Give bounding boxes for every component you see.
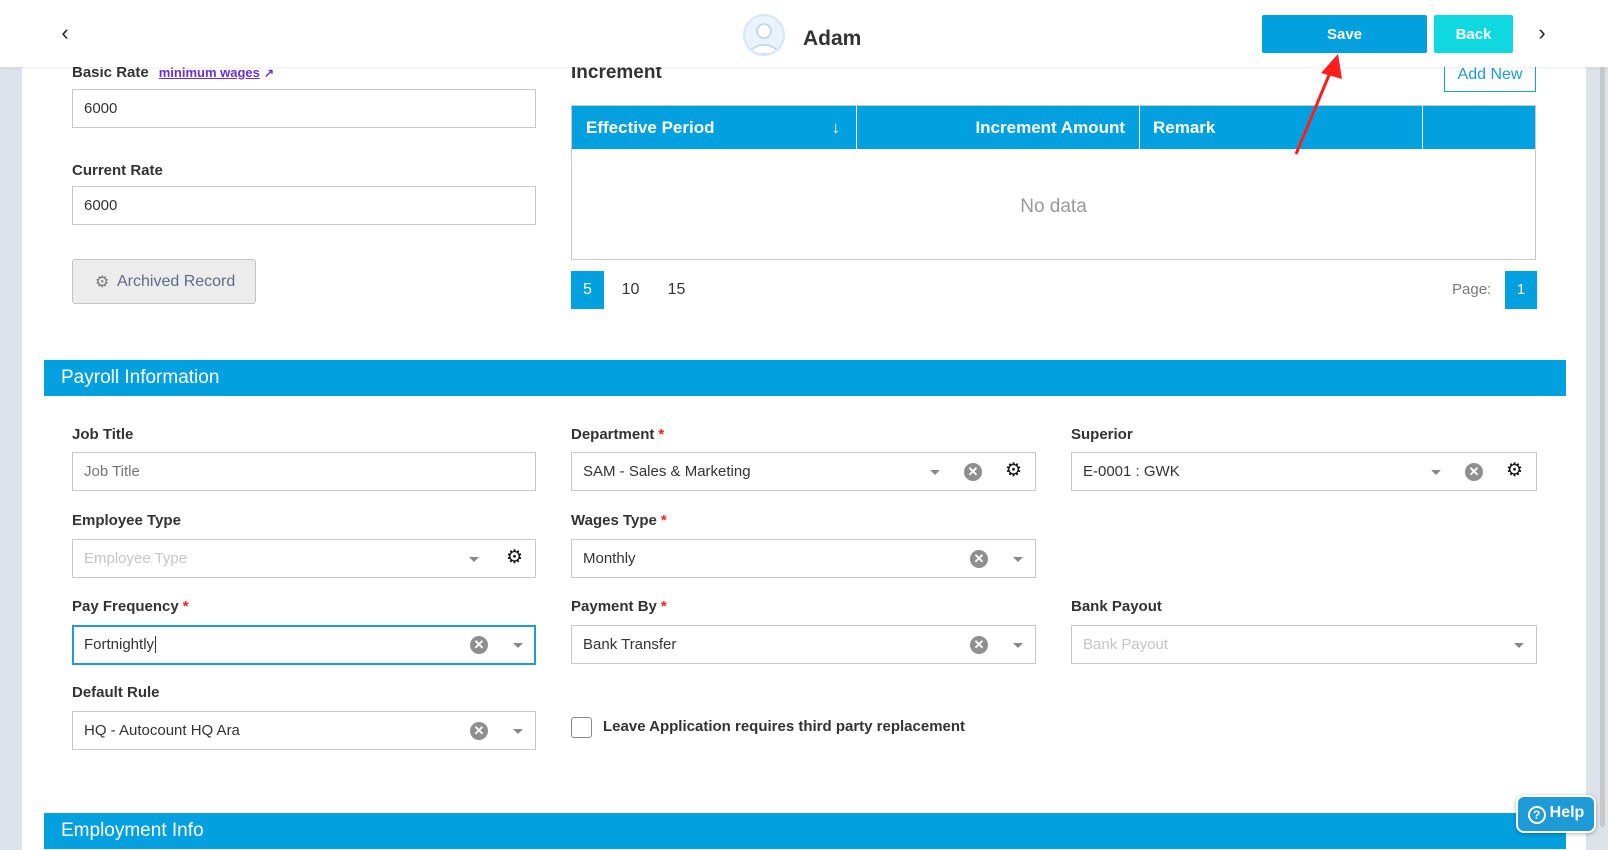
- increment-table: Effective Period ↓ Increment Amount Rema…: [571, 105, 1536, 260]
- payroll-section-header: Payroll Information: [44, 360, 1566, 396]
- gear-icon[interactable]: ⚙: [506, 548, 523, 568]
- clear-circle-icon[interactable]: ✕: [964, 463, 982, 481]
- caret-down-icon[interactable]: [930, 470, 940, 475]
- table-header: Effective Period ↓ Increment Amount Rema…: [572, 106, 1535, 149]
- employee-type-label: Employee Type: [72, 512, 181, 529]
- user-avatar-icon: [743, 14, 785, 56]
- basic-rate-input[interactable]: 6000: [72, 89, 536, 128]
- column-actions: [1423, 106, 1535, 149]
- payment-by-select[interactable]: Bank Transfer ✕: [571, 625, 1036, 664]
- page-size-5[interactable]: 5: [571, 271, 604, 309]
- caret-down-icon[interactable]: [1514, 643, 1524, 648]
- caret-down-icon[interactable]: [513, 643, 523, 648]
- pay-frequency-label: Pay Frequency *: [72, 598, 189, 615]
- pay-frequency-select[interactable]: Fortnightly ✕: [72, 625, 536, 665]
- vertical-scrollbar[interactable]: [1600, 67, 1605, 827]
- default-rule-label: Default Rule: [72, 684, 160, 701]
- archived-record-button[interactable]: ⚙ Archived Record: [72, 259, 256, 304]
- archive-coins-icon: ⚙: [95, 274, 110, 291]
- clear-circle-icon[interactable]: ✕: [470, 722, 488, 740]
- help-button[interactable]: ? Help: [1516, 795, 1596, 833]
- page-size-10[interactable]: 10: [614, 271, 647, 309]
- job-title-label: Job Title: [72, 426, 134, 443]
- caret-down-icon[interactable]: [1431, 470, 1441, 475]
- empty-state-text: No data: [1020, 196, 1087, 217]
- column-increment-amount[interactable]: Increment Amount: [857, 106, 1140, 149]
- caret-down-icon[interactable]: [513, 729, 523, 734]
- gear-icon[interactable]: ⚙: [1506, 461, 1523, 481]
- clear-circle-icon[interactable]: ✕: [970, 636, 988, 654]
- page-number-1[interactable]: 1: [1505, 271, 1537, 309]
- leave-replacement-label[interactable]: Leave Application requires third party r…: [603, 718, 965, 735]
- current-rate-label: Current Rate: [72, 162, 163, 179]
- clear-circle-icon[interactable]: ✕: [470, 636, 488, 654]
- superior-select[interactable]: E-0001 : GWK ✕ ⚙: [1071, 452, 1537, 491]
- payment-by-label: Payment By *: [571, 598, 667, 615]
- current-rate-input[interactable]: 6000: [72, 186, 536, 225]
- annotation-arrow: [1294, 54, 1342, 155]
- gear-icon[interactable]: ⚙: [1005, 461, 1022, 481]
- chevron-left-icon[interactable]: ‹: [54, 22, 76, 44]
- sort-down-icon[interactable]: ↓: [832, 106, 841, 149]
- clear-circle-icon[interactable]: ✕: [970, 550, 988, 568]
- department-label: Department *: [571, 426, 665, 443]
- page-size-15[interactable]: 15: [660, 271, 693, 309]
- save-button[interactable]: Save: [1262, 15, 1427, 53]
- bank-payout-label: Bank Payout: [1071, 598, 1162, 615]
- employee-type-select[interactable]: Employee Type ⚙: [72, 539, 536, 578]
- superior-label: Superior: [1071, 426, 1133, 443]
- employment-section-header: Employment Info: [44, 813, 1566, 849]
- leave-replacement-checkbox[interactable]: [571, 717, 592, 738]
- top-bar: ‹ Adam Save Back ›: [0, 0, 1608, 67]
- wages-type-label: Wages Type *: [571, 512, 667, 529]
- column-remark[interactable]: Remark: [1140, 106, 1423, 149]
- department-select[interactable]: SAM - Sales & Marketing ✕ ⚙: [571, 452, 1036, 491]
- question-circle-icon: ?: [1527, 806, 1546, 824]
- job-title-input[interactable]: [72, 452, 536, 491]
- caret-down-icon[interactable]: [1013, 643, 1023, 648]
- back-button[interactable]: Back: [1434, 15, 1513, 53]
- wages-type-select[interactable]: Monthly ✕: [571, 539, 1036, 578]
- external-link-icon: ↗: [264, 66, 275, 80]
- column-effective-period[interactable]: Effective Period ↓: [572, 106, 857, 149]
- bank-payout-select[interactable]: Bank Payout: [1071, 625, 1537, 664]
- clear-circle-icon[interactable]: ✕: [1465, 463, 1483, 481]
- employee-name: Adam: [803, 27, 862, 50]
- page-label: Page:: [1452, 281, 1492, 298]
- chevron-right-icon[interactable]: ›: [1531, 22, 1553, 44]
- caret-down-icon[interactable]: [1013, 557, 1023, 562]
- minimum-wages-link[interactable]: minimum wages: [159, 65, 260, 80]
- default-rule-select[interactable]: HQ - Autocount HQ Ara ✕: [72, 711, 536, 750]
- caret-down-icon[interactable]: [469, 557, 479, 562]
